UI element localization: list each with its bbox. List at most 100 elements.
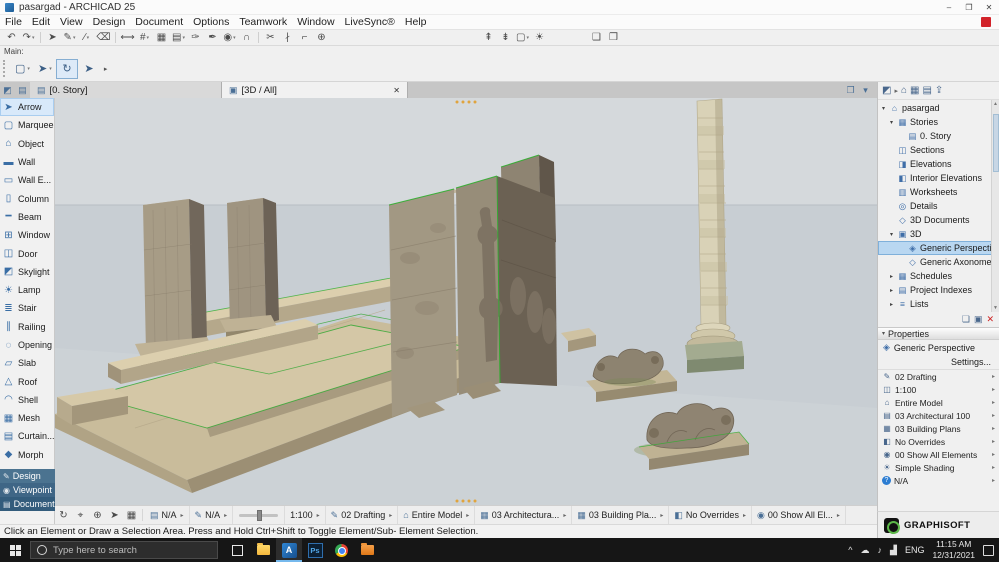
menu-item[interactable]: Window	[292, 15, 339, 29]
tree-item-details[interactable]: ◎ Details	[878, 199, 999, 213]
door-tool[interactable]: ◫ Door	[0, 244, 54, 262]
menu-item[interactable]: Options	[188, 15, 234, 29]
navigator-chevron-icon[interactable]: ▸	[894, 87, 898, 95]
ungroup-icon[interactable]: ❒	[606, 30, 621, 45]
tab-3d[interactable]: ▣ [3D / All] ✕	[222, 82, 408, 98]
dimension-icon[interactable]: ⟷	[120, 30, 135, 45]
section-viewpoint[interactable]: ◉ Viewpoint	[0, 483, 55, 497]
quick-option-field[interactable]: ✎ N/A	[190, 506, 234, 524]
file-explorer-button[interactable]	[250, 538, 276, 562]
viewport-3d-canvas[interactable]	[55, 98, 877, 505]
wall-tool[interactable]: ▬ Wall	[0, 153, 54, 171]
start-button[interactable]	[0, 538, 30, 562]
expand-chevron-icon[interactable]: ▾	[888, 231, 895, 238]
selection-mode-button[interactable]: ➤	[34, 59, 56, 79]
minimize-button[interactable]: –	[939, 3, 959, 12]
tree-item-generic-axonometry[interactable]: ◇ Generic Axonometry	[878, 255, 999, 269]
quick-option-field[interactable]: ◧ No Overrides	[669, 506, 752, 524]
photoshop-button[interactable]: Ps	[302, 538, 328, 562]
taskbar-clock[interactable]: 11:15 AM 12/31/2021	[932, 539, 975, 560]
close-button[interactable]: ✕	[979, 3, 999, 12]
skylight-tool[interactable]: ◩ Skylight	[0, 263, 54, 281]
expand-chevron-icon[interactable]: ▸	[888, 273, 895, 280]
tab-list-icon[interactable]: ❐	[843, 85, 858, 96]
sun-icon[interactable]: ☀	[532, 30, 547, 45]
fit-view-icon[interactable]: ⌖	[72, 510, 89, 521]
cloud-icon[interactable]: ☁	[861, 545, 870, 556]
quick-option-field[interactable]: ▦ 03 Architectura...	[475, 506, 572, 524]
news-badge-icon[interactable]	[981, 17, 991, 27]
menu-item[interactable]: Teamwork	[234, 15, 292, 29]
railing-tool[interactable]: ∥ Railing	[0, 318, 54, 336]
tree-item-sections[interactable]: ◫ Sections	[878, 143, 999, 157]
scroll-up-icon[interactable]: ▲	[993, 101, 998, 107]
scroll-down-icon[interactable]: ▼	[993, 305, 998, 311]
camera-icon[interactable]: ▢	[515, 30, 530, 45]
quick-option-row[interactable]: ◧ No Overrides	[878, 435, 999, 448]
tree-item-interior-elevations[interactable]: ◧ Interior Elevations	[878, 171, 999, 185]
zoom-tool-icon[interactable]: ⊕	[89, 510, 106, 521]
polyline-icon[interactable]: ∕	[79, 30, 94, 45]
project-map-icon[interactable]: ⌂	[901, 85, 907, 96]
beam-tool[interactable]: ━ Beam	[0, 208, 54, 226]
delete-icon[interactable]: ✕	[986, 314, 994, 325]
chrome-button[interactable]	[328, 538, 354, 562]
network-icon[interactable]: ▟	[890, 545, 897, 556]
quick-option-row[interactable]: ▦ 03 Building Plans	[878, 422, 999, 435]
mesh-tool[interactable]: ▦ Mesh	[0, 409, 54, 427]
tree-item-lists[interactable]: ▸ ≡ Lists	[878, 297, 999, 311]
story-down-icon[interactable]: ⇟	[498, 30, 513, 45]
layout-book-icon[interactable]: ▤	[922, 85, 931, 96]
archicad-taskbar-button[interactable]: A	[276, 538, 302, 562]
arrow-icon[interactable]: ➤	[45, 30, 60, 45]
story-up-icon[interactable]: ⇞	[481, 30, 496, 45]
column-tool[interactable]: ▯ Column	[0, 189, 54, 207]
opening-tool[interactable]: ◌ Opening	[0, 336, 54, 354]
marquee-mode-button[interactable]: ▢	[11, 59, 34, 79]
view-map-icon[interactable]: ▦	[910, 85, 919, 96]
quick-option-field[interactable]: ✎ 02 Drafting	[326, 506, 399, 524]
group-icon[interactable]: ❑	[589, 30, 604, 45]
zoom-slider[interactable]	[233, 506, 285, 524]
quick-option-row[interactable]: ◉ 00 Show All Elements	[878, 448, 999, 461]
redo-icon[interactable]: ↷	[21, 30, 36, 45]
quick-option-row[interactable]: ◫ 1:100	[878, 383, 999, 396]
menu-item[interactable]: View	[55, 15, 88, 29]
quick-option-row[interactable]: ✎ 02 Drafting	[878, 370, 999, 383]
quick-option-field[interactable]: ▤ N/A	[145, 506, 190, 524]
menu-item[interactable]: File	[0, 15, 27, 29]
scissors-icon[interactable]: ✂	[263, 30, 278, 45]
navigator-pin-icon[interactable]: ◩	[882, 85, 891, 96]
tree-item-stories[interactable]: ▾ ▦ Stories	[878, 115, 999, 129]
magnet-icon[interactable]: ∩	[239, 30, 254, 45]
menu-item[interactable]: Help	[400, 15, 432, 29]
quick-option-field[interactable]: ▦ 03 Building Pla...	[572, 506, 669, 524]
tree-item-root[interactable]: ▾ ⌂ pasargad	[878, 101, 999, 115]
section-document[interactable]: ▤ Document	[0, 497, 55, 511]
tab-story[interactable]: ▤ [0. Story]	[30, 82, 222, 98]
publisher-icon[interactable]: ⇪	[935, 85, 943, 96]
paint-bucket-icon[interactable]: ◉	[222, 30, 237, 45]
action-center-icon[interactable]	[983, 545, 994, 556]
menu-item[interactable]: Edit	[27, 15, 55, 29]
menu-item[interactable]: LiveSync®	[340, 15, 400, 29]
tree-item-generic-perspective[interactable]: ◈ Generic Perspective	[878, 241, 999, 255]
expand-chevron-icon[interactable]: ▾	[888, 119, 895, 126]
inject-parameters-icon[interactable]: ✒	[205, 30, 220, 45]
pen-icon[interactable]: ✎	[62, 30, 77, 45]
quick-option-row[interactable]: ▤ 03 Architectural 100	[878, 409, 999, 422]
arrow-tool[interactable]: ➤ Arrow	[0, 98, 54, 116]
tab-close-icon[interactable]: ✕	[393, 86, 400, 95]
undo-icon[interactable]: ↶	[4, 30, 19, 45]
tray-expand-icon[interactable]: ^	[848, 545, 852, 555]
quick-option-row[interactable]: ⌂ Entire Model	[878, 396, 999, 409]
window-tool[interactable]: ⊞ Window	[0, 226, 54, 244]
section-design[interactable]: ✎ Design	[0, 469, 55, 483]
tree-item-story-0[interactable]: ▤ 0. Story	[878, 129, 999, 143]
quick-option-field[interactable]: ⌂ Entire Model	[398, 506, 475, 524]
orbit-button[interactable]: ↻	[56, 59, 78, 79]
stair-tool[interactable]: ≣ Stair	[0, 299, 54, 317]
zoom-slider-thumb[interactable]	[257, 510, 262, 521]
view-options-icon[interactable]: ▦	[123, 510, 140, 521]
quick-option-row[interactable]: ☀ Simple Shading	[878, 461, 999, 474]
